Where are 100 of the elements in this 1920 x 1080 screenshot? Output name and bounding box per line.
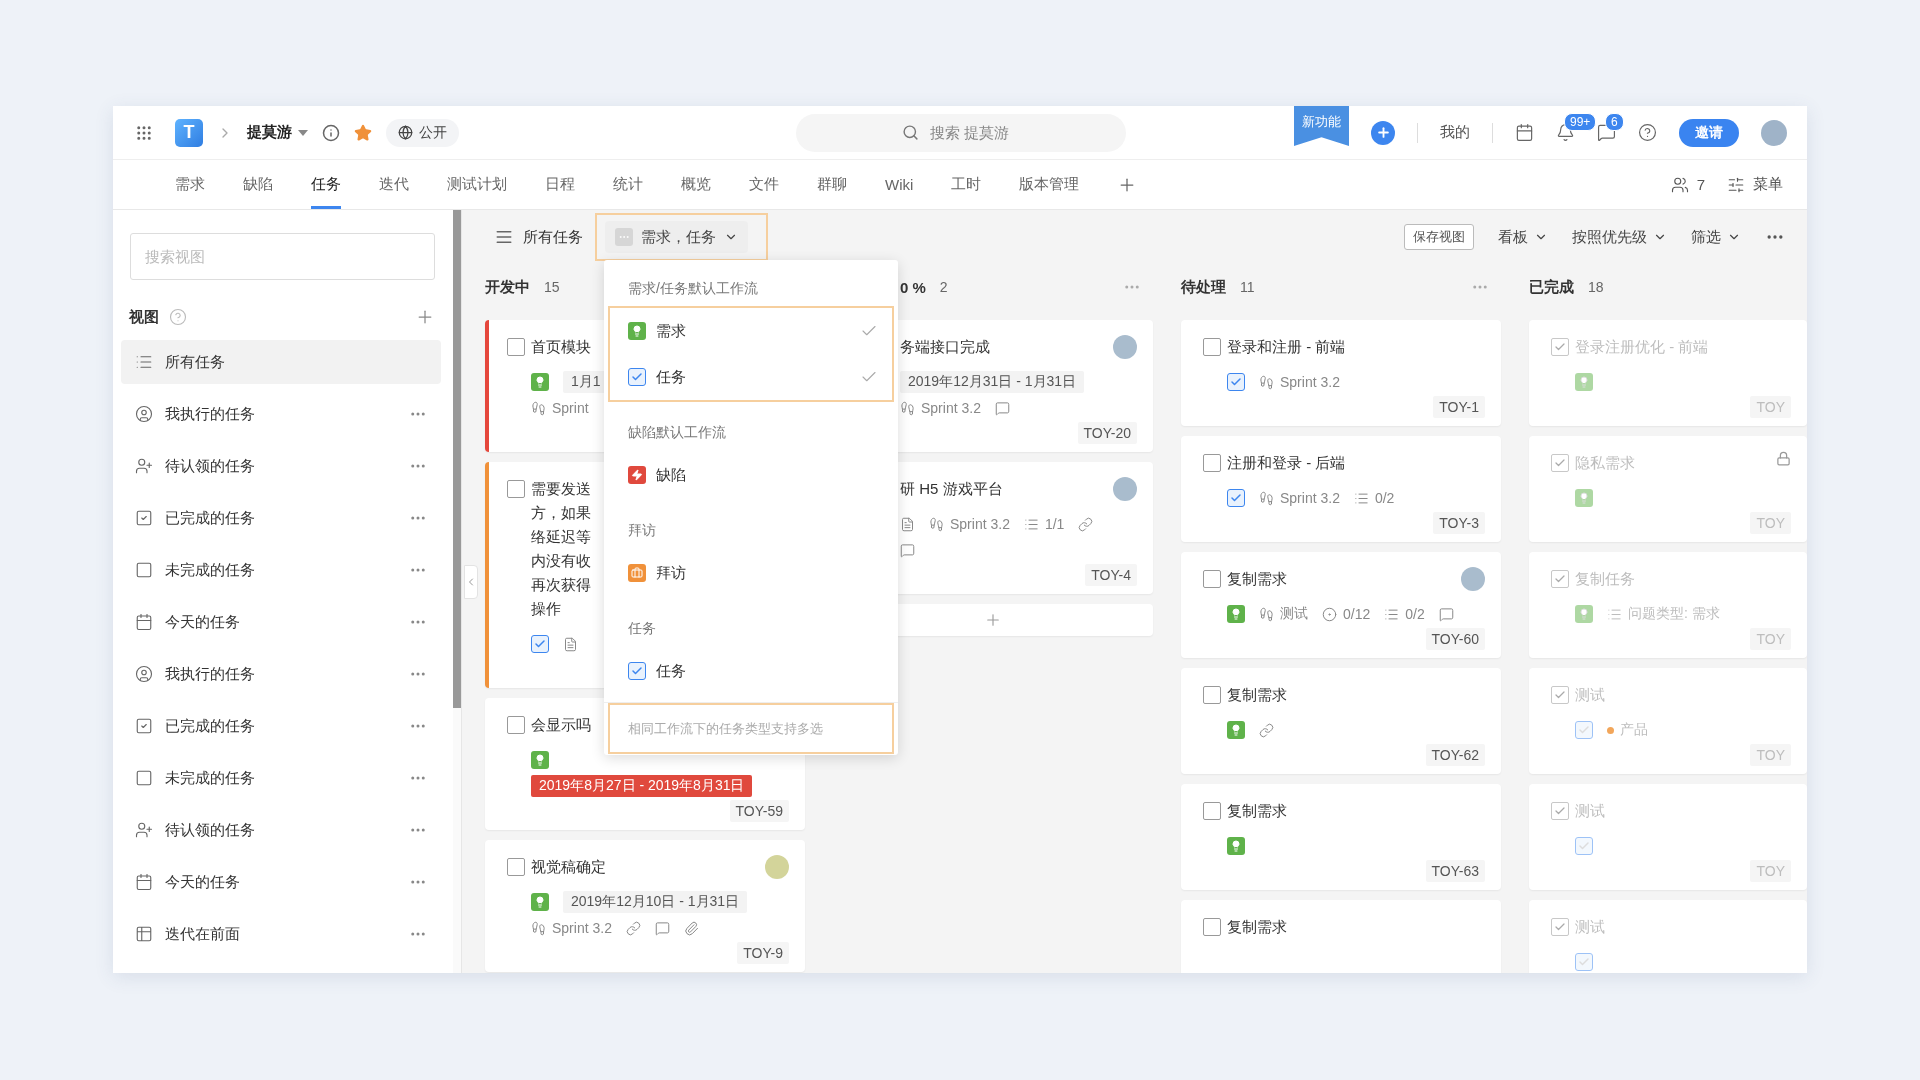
sidebar-item[interactable]: 未完成的任务 — [121, 756, 441, 800]
lightbulb-icon — [1227, 837, 1245, 855]
sidebar-item[interactable]: 今天的任务 — [121, 860, 441, 904]
tab[interactable]: Wiki — [885, 160, 914, 209]
checkbox[interactable] — [1203, 338, 1221, 356]
plus-icon — [984, 611, 1002, 629]
menu-label[interactable]: 菜单 — [1753, 175, 1783, 194]
target-icon — [1322, 606, 1337, 622]
tab[interactable]: 日程 — [545, 160, 575, 209]
checkbox[interactable] — [1203, 570, 1221, 588]
tab[interactable]: 测试计划 — [447, 160, 507, 209]
checkbox[interactable] — [1203, 802, 1221, 820]
calendar-icon — [135, 613, 153, 631]
calendar-icon[interactable] — [1515, 123, 1534, 142]
filter-dropdown[interactable]: 筛选 — [1691, 227, 1741, 247]
project-name[interactable]: 提莫游 — [247, 123, 308, 142]
checkbox[interactable] — [1203, 686, 1221, 704]
sidebar-item[interactable]: 今天的任务 — [121, 600, 441, 644]
tab[interactable]: 版本管理 — [1019, 160, 1080, 209]
tab[interactable]: 群聊 — [817, 160, 847, 209]
column-title: 待处理 — [1181, 277, 1226, 297]
card-title: 复制需求 — [1227, 801, 1288, 821]
help-icon[interactable] — [1638, 123, 1657, 142]
search-icon — [902, 123, 919, 141]
sidebar-item[interactable]: 所有任务 — [121, 340, 441, 384]
tab[interactable]: 迭代 — [379, 160, 409, 209]
progress-count: 0/12 — [1343, 606, 1371, 622]
invite-button[interactable]: 邀请 — [1679, 118, 1739, 147]
sliders-icon[interactable] — [1727, 175, 1745, 194]
checkbox-icon — [1575, 721, 1593, 739]
info-icon[interactable] — [322, 123, 340, 142]
date-tag: 2019年12月31日 - 1月31日 — [900, 371, 1085, 393]
task-card[interactable]: 复制需求 — [1181, 900, 1501, 973]
comment-icon — [654, 920, 670, 936]
checkbox[interactable] — [1203, 918, 1221, 936]
sidebar-item[interactable]: 待认领的任务 — [121, 808, 441, 852]
checkbox[interactable] — [1551, 686, 1569, 704]
add-button[interactable] — [1371, 120, 1395, 145]
document-icon — [563, 636, 578, 652]
sidebar-item[interactable]: 待认领的任务 — [121, 444, 441, 488]
tab[interactable]: 文件 — [749, 160, 779, 209]
menu-option[interactable]: 任务 — [610, 648, 892, 694]
collapse-handle[interactable] — [464, 565, 478, 599]
section-title: 视图 — [129, 307, 159, 327]
sidebar-item[interactable]: 已完成的任务 — [121, 496, 441, 540]
footprints-icon — [1259, 374, 1274, 390]
sidebar-item[interactable]: 迭代在前面 — [121, 912, 441, 956]
tab[interactable]: 缺陷 — [243, 160, 273, 209]
sidebar-item[interactable]: 我执行的任务 — [121, 392, 441, 436]
type-filter-button[interactable]: 需求，任务 — [605, 221, 748, 253]
search-field[interactable]: 搜索视图 — [130, 233, 435, 280]
task-id: TOY-4 — [1085, 564, 1137, 586]
tab[interactable]: 任务 — [311, 160, 341, 209]
check-icon — [1554, 341, 1566, 353]
task-card[interactable]: 复制需求 TOY-62 — [1181, 668, 1501, 774]
sort-dropdown[interactable]: 按照优先级 — [1572, 227, 1667, 247]
list-icon — [1353, 490, 1369, 506]
checkbox[interactable] — [1203, 454, 1221, 472]
checkbox[interactable] — [1551, 570, 1569, 588]
apps-grid-icon[interactable] — [135, 123, 153, 142]
link-icon — [625, 920, 641, 936]
checkbox[interactable] — [1551, 918, 1569, 936]
checkbox[interactable] — [1551, 338, 1569, 356]
save-view-button[interactable]: 保存视图 — [1404, 224, 1474, 250]
check-icon — [1554, 805, 1566, 817]
members-icon[interactable] — [1670, 175, 1689, 194]
checkbox[interactable] — [1551, 802, 1569, 820]
task-card[interactable]: 视觉稿确定 2019年12月10日 - 1月31日 Sprint 3.2 TOY-9 — [485, 840, 805, 972]
task-card[interactable]: 注册和登录 - 后端 Sprint 3.2 0/2 TOY-3 — [1181, 436, 1501, 542]
sidebar-item[interactable]: 已完成的任务 — [121, 704, 441, 748]
search-field[interactable]: 搜索 提莫游 — [796, 113, 1126, 152]
tab[interactable]: 统计 — [613, 160, 643, 209]
star-icon[interactable] — [354, 123, 372, 142]
checkbox[interactable] — [1551, 454, 1569, 472]
sidebar-item[interactable]: 未完成的任务 — [121, 548, 441, 592]
tab[interactable]: 概览 — [681, 160, 711, 209]
tab[interactable]: 需求 — [175, 160, 205, 209]
checkbox-icon — [135, 717, 153, 735]
checkbox[interactable] — [507, 858, 525, 876]
task-id: TOY-63 — [1425, 860, 1485, 882]
check-icon — [1554, 457, 1566, 469]
tab[interactable]: 工时 — [951, 160, 982, 209]
collapse-list-icon[interactable] — [495, 228, 513, 246]
task-card[interactable]: 复制需求 测试 0/12 0/2 TOY-60 — [1181, 552, 1501, 658]
card-title: 需要发送方，如果络延迟等内没有收再次获得操作 — [531, 479, 591, 619]
subtask-count: 0/2 — [1374, 490, 1395, 506]
visibility-button[interactable]: 公开 — [386, 118, 459, 147]
task-id: TOY — [1750, 860, 1791, 882]
avatar[interactable] — [1761, 119, 1787, 146]
layout-dropdown[interactable]: 看板 — [1498, 227, 1548, 247]
checkbox[interactable] — [507, 480, 525, 498]
checkbox[interactable] — [507, 716, 525, 734]
sidebar-item[interactable]: 我执行的任务 — [121, 652, 441, 696]
task-id: TOY — [1750, 396, 1791, 418]
user-icon — [135, 405, 153, 423]
task-card[interactable]: 复制需求 TOY-63 — [1181, 784, 1501, 890]
mine-link[interactable]: 我的 — [1440, 123, 1470, 142]
checkbox[interactable] — [507, 338, 525, 356]
card-title: 登录注册优化 - 前端 — [1575, 337, 1710, 357]
task-card[interactable]: 登录和注册 - 前端 Sprint 3.2 TOY-1 — [1181, 320, 1501, 426]
